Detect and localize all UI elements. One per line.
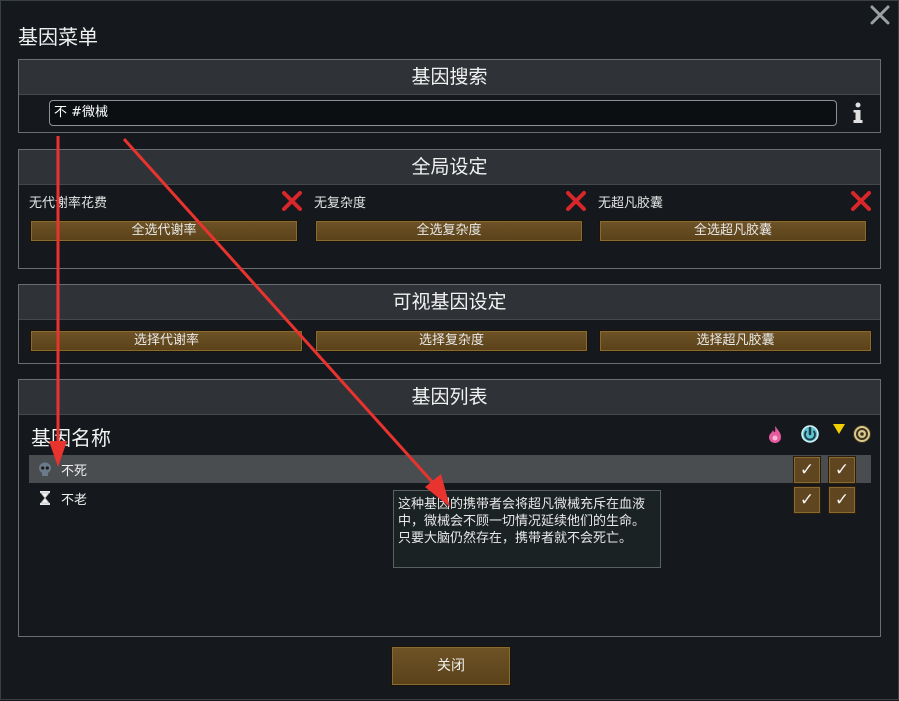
gene-list-header: 基因列表 [19,380,880,415]
visible-gene-settings-header: 可视基因设定 [19,285,880,320]
select-metabolism-button[interactable]: 选择代谢率 [30,330,303,352]
skull-icon [39,462,51,476]
hourglass-icon [40,491,50,505]
info-icon[interactable] [851,101,865,125]
select-all-archite-button[interactable]: 全选超凡胶囊 [599,220,867,242]
no-metabolism-label: 无代谢率花费 [29,196,108,211]
x-mark-icon[interactable] [281,190,303,212]
global-settings-header: 全局设定 [19,150,880,185]
gene-name-column-header: 基因名称 [31,426,111,450]
gene-row-label: 不老 [61,493,88,508]
no-complexity-label: 无复杂度 [314,196,367,211]
gene-checkbox[interactable]: ✓ [793,486,821,514]
no-archite-capsule-label: 无超凡胶囊 [598,196,664,211]
close-button[interactable]: 关闭 [391,646,511,686]
global-settings-panel: 全局设定 无代谢率花费 全选代谢率 无复杂度 全选复杂度 无超凡胶囊 全选超凡胶… [18,149,881,269]
gene-tooltip: 这种基因的携带者会将超凡微械充斥在血液中，微械会不顾一切情况延续他们的生命。只要… [393,490,661,568]
select-archite-button[interactable]: 选择超凡胶囊 [599,330,872,352]
x-mark-icon[interactable] [565,190,587,212]
filter-triangle-icon[interactable] [831,422,847,436]
gene-row-deathless[interactable]: 不死 [29,455,871,483]
visible-gene-settings-panel: 可视基因设定 选择代谢率 选择复杂度 选择超凡胶囊 [18,284,881,364]
flame-icon[interactable] [765,424,785,444]
gene-row-label: 不死 [61,464,88,479]
window-title: 基因菜单 [18,25,98,49]
gene-checkbox[interactable]: ✓ [828,456,856,484]
select-all-complexity-button[interactable]: 全选复杂度 [315,220,583,242]
select-complexity-button[interactable]: 选择复杂度 [315,330,588,352]
close-icon[interactable] [868,3,892,27]
search-panel: 基因搜索 不 #微械 [18,59,881,133]
search-input[interactable]: 不 #微械 [49,100,837,126]
power-icon[interactable] [800,424,820,444]
gene-checkbox[interactable]: ✓ [828,486,856,514]
archite-capsule-icon[interactable] [852,424,872,444]
x-mark-icon[interactable] [850,190,872,212]
gene-checkbox[interactable]: ✓ [793,456,821,484]
select-all-metabolism-button[interactable]: 全选代谢率 [30,220,298,242]
gene-menu-window: 基因菜单 基因搜索 不 #微械 全局设定 无代谢率花费 全选代谢率 无复杂度 全… [0,0,899,700]
search-panel-header: 基因搜索 [19,60,880,95]
